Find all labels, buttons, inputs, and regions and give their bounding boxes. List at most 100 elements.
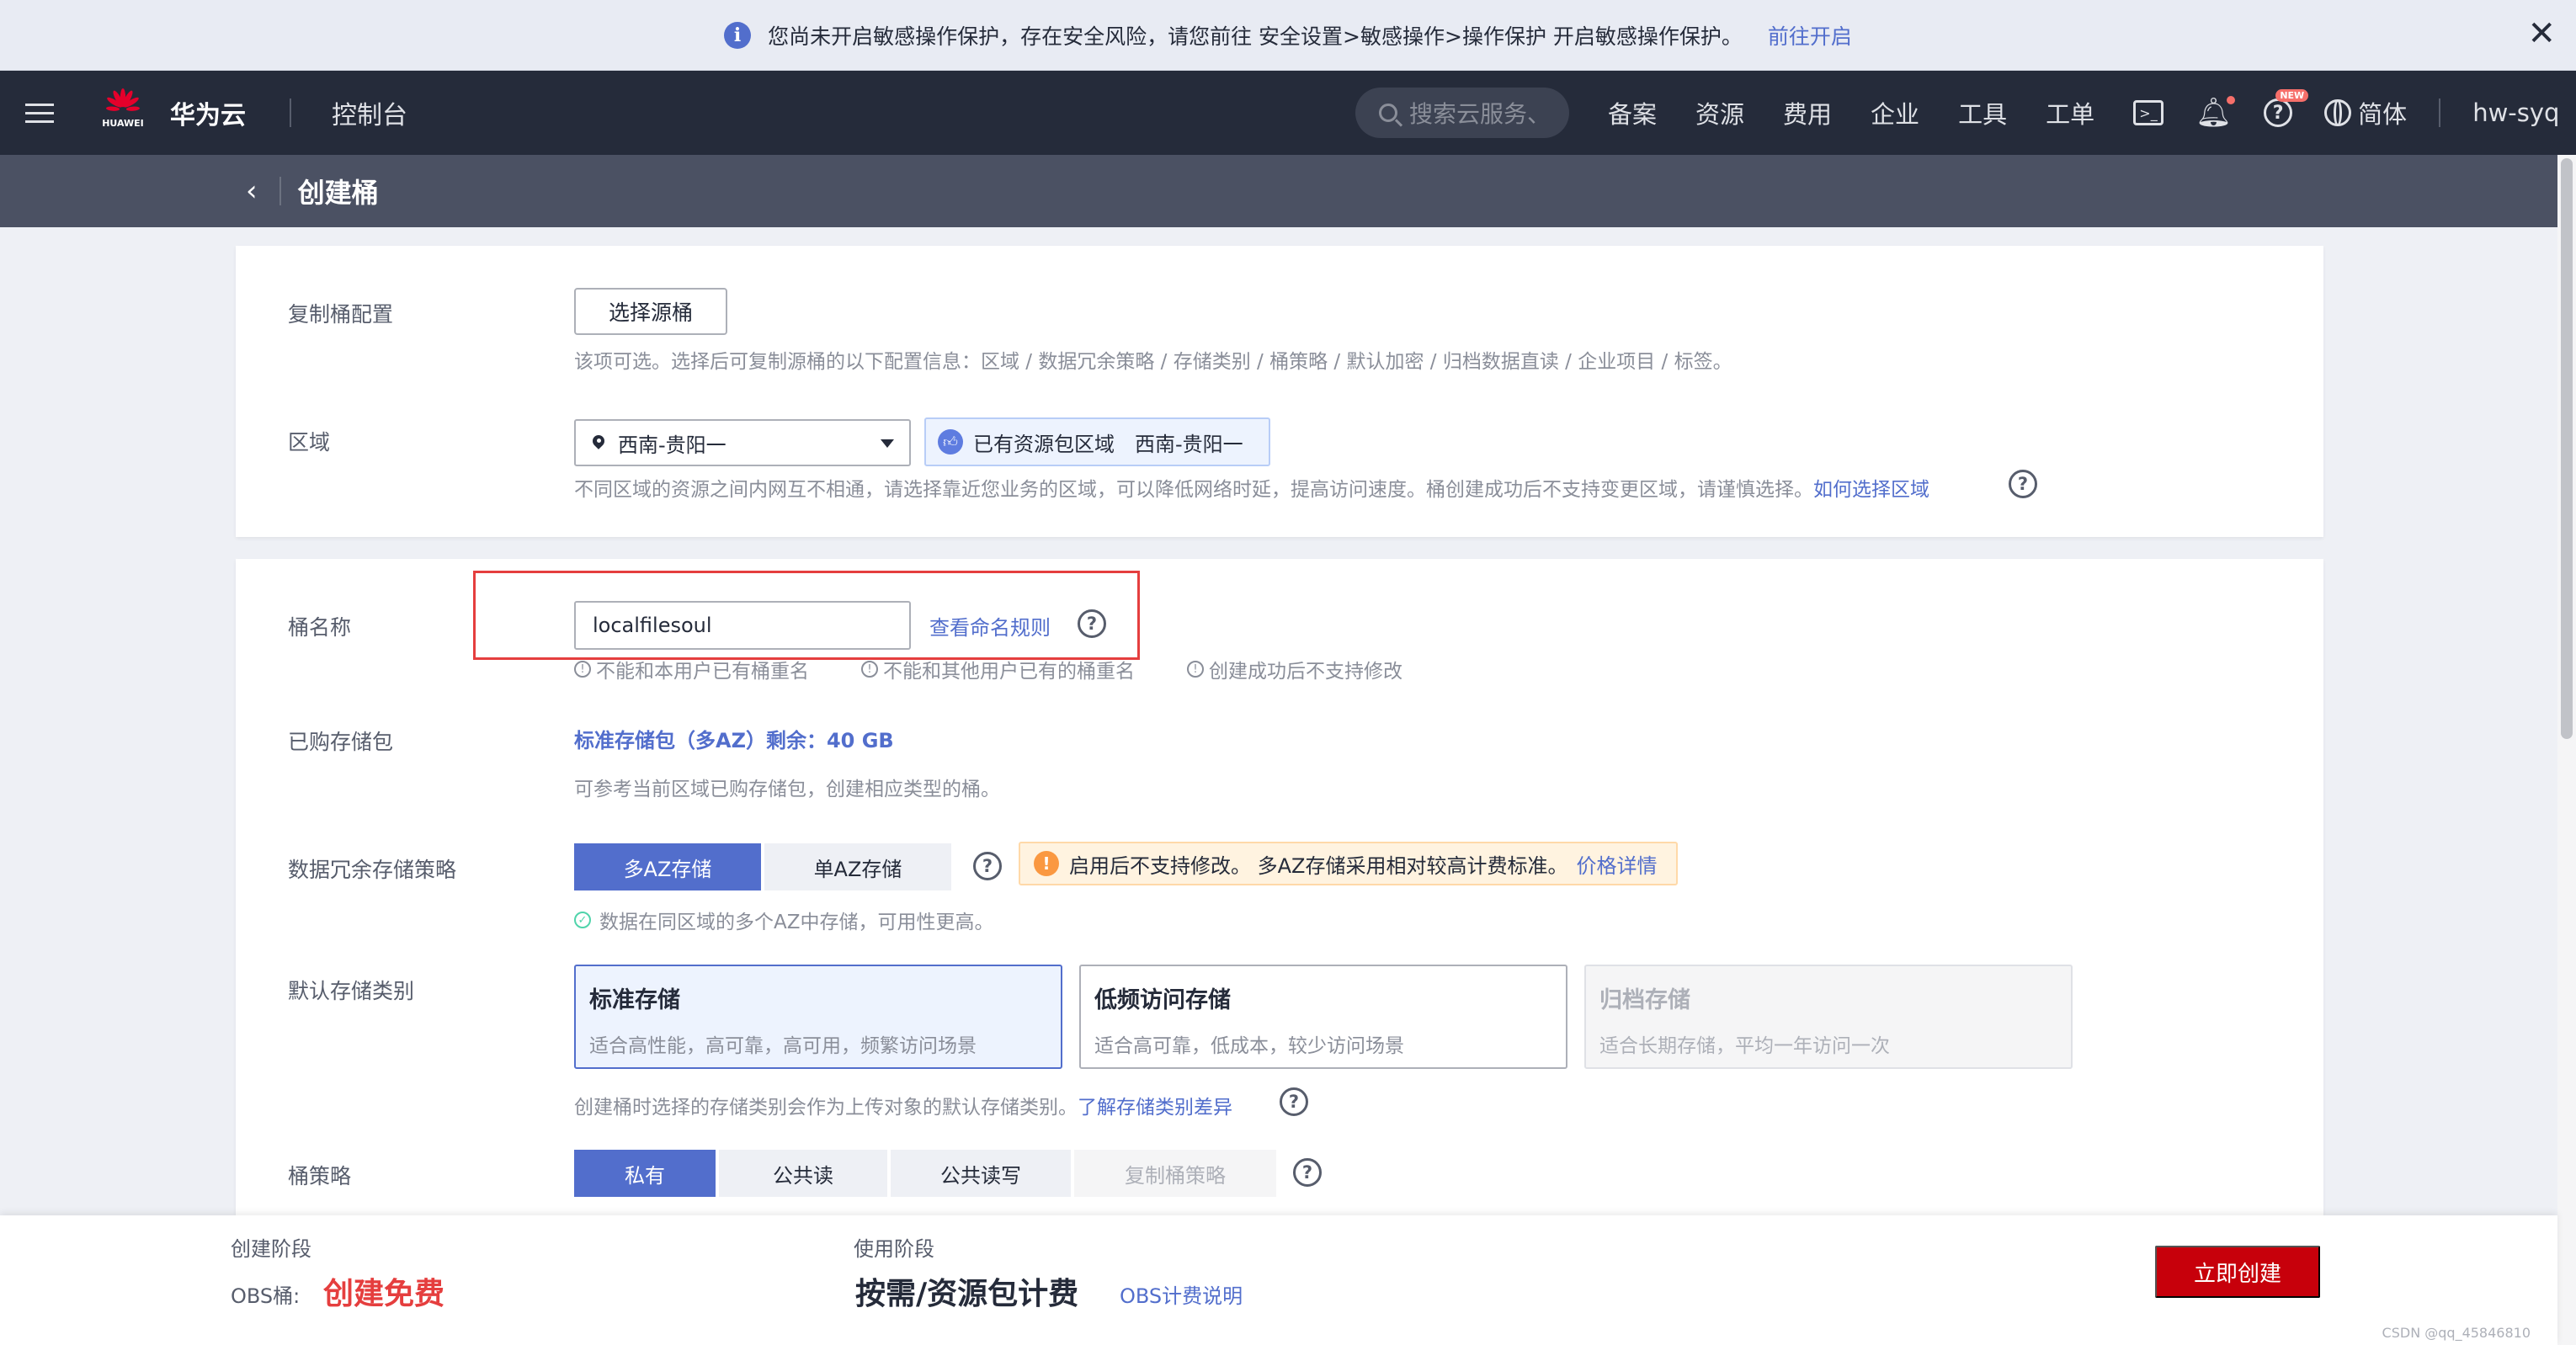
nav-item-tools[interactable]: 工具 <box>1958 95 2007 130</box>
price-details-link[interactable]: 价格详情 <box>1577 849 1658 879</box>
price-footer: 创建阶段 OBS桶: 创建免费 使用阶段 按需/资源包计费 OBS计费说明 立即… <box>0 1215 2557 1345</box>
create-now-button[interactable]: 立即创建 <box>2155 1246 2320 1298</box>
storage-class-title: 低频访问存储 <box>1094 987 1231 1013</box>
scrollbar-thumb[interactable] <box>2561 158 2573 739</box>
policy-public-read-write-option[interactable]: 公共读写 <box>891 1150 1071 1197</box>
policy-copy-option[interactable]: 复制桶策略 <box>1074 1150 1276 1197</box>
storage-class-standard[interactable]: 标准存储 适合高性能，高可靠，高可用，频繁访问场景 <box>574 965 1062 1069</box>
huawei-flower-icon <box>106 88 140 111</box>
naming-rule-text: 不能和其他用户已有的桶重名 <box>883 661 1135 683</box>
search-placeholder: 搜索云服务、 <box>1409 100 1551 128</box>
region-hint: 不同区域的资源之间内网互不相通，请选择靠近您业务的区域，可以降低网络时延，提高访… <box>574 473 1929 502</box>
redundancy-warning: ! 启用后不支持修改。 多AZ存储采用相对较高计费标准。 价格详情 <box>1019 842 1678 885</box>
brand-name[interactable]: 华为云 <box>170 94 246 131</box>
notice-enable-link[interactable]: 前往开启 <box>1768 20 1852 51</box>
header-divider <box>279 177 281 205</box>
page-title: 创建桶 <box>297 177 379 209</box>
storage-class-desc: 适合高可靠，低成本，较少访问场景 <box>1094 1035 1404 1057</box>
resource-package-region-tag: 👍︎ 已有资源包区域 西南-贵阳一 <box>924 417 1270 466</box>
creation-free-value: 创建免费 <box>323 1277 445 1311</box>
highlight-annotation-box <box>473 571 1140 660</box>
nav-divider <box>2439 98 2441 127</box>
terminal-icon[interactable]: >_ <box>2133 100 2164 125</box>
location-pin-icon <box>593 435 604 450</box>
logo-text: HUAWEI <box>102 118 144 129</box>
how-to-choose-region-link[interactable]: 如何选择区域 <box>1813 479 1929 501</box>
security-notice-bar: i 您尚未开启敏感操作保护，存在安全风险，请您前往 安全设置>敏感操作>操作保护… <box>0 0 2576 71</box>
naming-rule-text: 创建成功后不支持修改 <box>1209 661 1402 683</box>
huawei-logo[interactable]: HUAWEI <box>98 88 148 138</box>
notification-bell-icon[interactable]: 🔔︎ <box>2195 96 2236 130</box>
storage-class-hint: 创建桶时选择的存储类别会作为上传对象的默认存储类别。了解存储类别差异 <box>574 1091 1232 1119</box>
nav-divider <box>290 98 291 127</box>
replicate-hint: 该项可选。选择后可复制源桶的以下配置信息：区域 / 数据冗余策略 / 存储类别 … <box>574 351 1732 373</box>
pkg-tag-region: 西南-贵阳一 <box>1135 432 1243 456</box>
check-circle-icon: ✓ <box>574 912 591 928</box>
obs-bucket-label: OBS桶: <box>231 1284 301 1308</box>
purchased-package-hint: 可参考当前区域已购存储包，创建相应类型的桶。 <box>574 779 1000 800</box>
purchased-package-label: 已购存储包 <box>288 730 394 754</box>
naming-rule-item: ! 创建成功后不支持修改 <box>1187 655 1402 683</box>
storage-class-diff-link[interactable]: 了解存储类别差异 <box>1078 1097 1232 1119</box>
watermark: CSDN @qq_45846810 <box>2382 1325 2531 1341</box>
user-account[interactable]: hw-syq <box>2472 98 2559 127</box>
thumbs-up-icon: 👍︎ <box>938 429 963 455</box>
storage-class-hint-text: 创建桶时选择的存储类别会作为上传对象的默认存储类别。 <box>574 1097 1078 1119</box>
region-select[interactable]: 西南-贵阳一 <box>574 419 911 466</box>
nav-item-resources[interactable]: 资源 <box>1695 95 1744 130</box>
redundancy-help-icon[interactable]: ? <box>973 852 1002 880</box>
storage-class-help-icon[interactable]: ? <box>1280 1087 1308 1116</box>
search-box[interactable]: 搜索云服务、 <box>1355 88 1569 138</box>
language-label: 简体 <box>2358 100 2408 129</box>
obs-billing-link[interactable]: OBS计费说明 <box>1120 1279 1243 1309</box>
pkg-tag-prefix: 已有资源包区域 <box>973 432 1115 456</box>
back-arrow-icon[interactable]: ‹ <box>246 174 258 208</box>
warning-text: 启用后不支持修改。 多AZ存储采用相对较高计费标准。 <box>1069 853 1568 878</box>
nav-item-enterprise[interactable]: 企业 <box>1871 95 1919 130</box>
close-icon[interactable]: ✕ <box>2527 17 2556 51</box>
redundancy-hint: ✓ 数据在同区域的多个AZ中存储，可用性更高。 <box>574 906 994 934</box>
redundancy-label: 数据冗余存储策略 <box>288 858 457 882</box>
policy-private-option[interactable]: 私有 <box>574 1150 716 1197</box>
usage-billing-value: 按需/资源包计费 <box>855 1277 1079 1311</box>
region-label: 区域 <box>288 430 331 455</box>
nav-icons: >_ 🔔︎ ? NEW 简体 hw-syq <box>2133 71 2559 155</box>
nav-item-billing[interactable]: 费用 <box>1783 95 1832 130</box>
storage-class-desc: 适合长期存储，平均一年访问一次 <box>1599 1035 1890 1057</box>
warning-icon: ! <box>1034 851 1059 876</box>
language-switcher[interactable]: 简体 <box>2324 95 2407 130</box>
notification-dot <box>2227 96 2236 104</box>
basic-config-card: 复制桶配置 选择源桶 该项可选。选择后可复制源桶的以下配置信息：区域 / 数据冗… <box>236 246 2323 537</box>
bucket-name-label: 桶名称 <box>288 615 352 640</box>
bucket-config-card: 桶名称 查看命名规则 ? !不能和本用户已有桶重名 !不能和其他用户已有的桶重名… <box>236 559 2323 1215</box>
chevron-down-icon <box>881 439 894 448</box>
nav-item-filing[interactable]: 备案 <box>1608 95 1657 130</box>
search-icon <box>1379 104 1397 122</box>
storage-class-archive[interactable]: 归档存储 适合长期存储，平均一年访问一次 <box>1584 965 2073 1069</box>
hamburger-menu-icon[interactable] <box>25 103 54 123</box>
policy-public-read-option[interactable]: 公共读 <box>719 1150 887 1197</box>
bucket-policy-label: 桶策略 <box>288 1164 352 1188</box>
new-badge: NEW <box>2275 89 2309 102</box>
policy-help-icon[interactable]: ? <box>1293 1158 1322 1187</box>
nav-item-tickets[interactable]: 工单 <box>2046 95 2094 130</box>
single-az-option[interactable]: 单AZ存储 <box>764 843 951 890</box>
storage-class-label: 默认存储类别 <box>288 979 415 1003</box>
nav-menu: 备案 资源 费用 企业 工具 工单 <box>1608 71 2094 155</box>
console-link[interactable]: 控制台 <box>332 94 407 131</box>
naming-rule-item: ! 不能和本用户已有桶重名 <box>574 655 809 683</box>
storage-class-title: 归档存储 <box>1599 987 1690 1013</box>
creation-stage-label: 创建阶段 <box>231 1237 311 1261</box>
info-circle-icon: ! <box>1187 661 1204 678</box>
storage-class-infrequent[interactable]: 低频访问存储 适合高可靠，低成本，较少访问场景 <box>1079 965 1567 1069</box>
replicate-config-label: 复制桶配置 <box>288 302 394 327</box>
top-navigation: HUAWEI 华为云 控制台 搜索云服务、 备案 资源 费用 企业 工具 工单 … <box>0 71 2576 155</box>
naming-rule-item: ! 不能和其他用户已有的桶重名 <box>861 655 1135 683</box>
multi-az-option[interactable]: 多AZ存储 <box>574 843 761 890</box>
purchased-package-value: 标准存储包（多AZ）剩余：40 GB <box>574 729 894 752</box>
page-scrollbar[interactable] <box>2557 155 2576 1345</box>
redundancy-hint-text: 数据在同区域的多个AZ中存储，可用性更高。 <box>599 912 994 933</box>
select-source-bucket-button[interactable]: 选择源桶 <box>574 288 727 335</box>
region-help-icon[interactable]: ? <box>2009 470 2037 498</box>
help-icon[interactable]: ? NEW <box>2264 89 2309 127</box>
